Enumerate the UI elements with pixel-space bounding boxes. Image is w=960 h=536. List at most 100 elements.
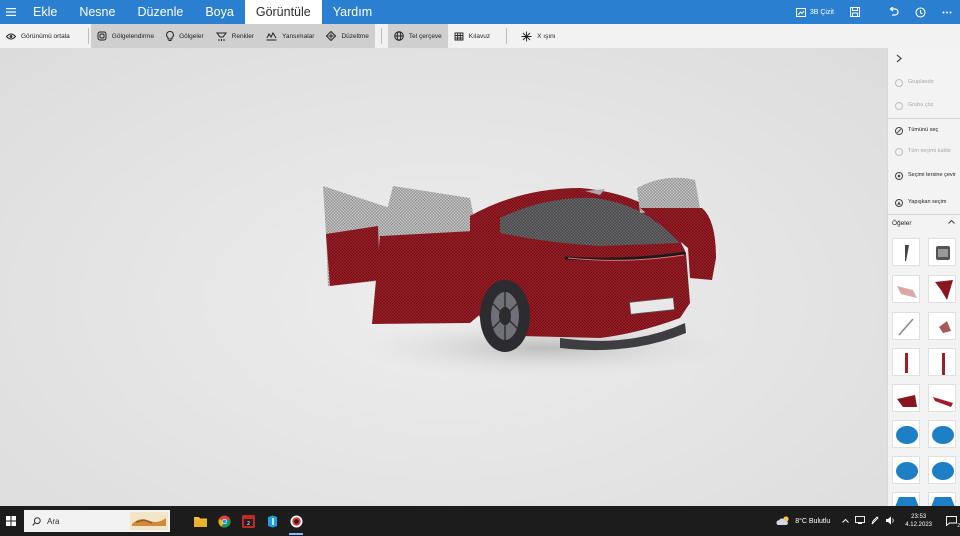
canvas-viewport[interactable] <box>0 48 887 506</box>
item-thumbnail[interactable] <box>892 275 920 303</box>
select-all-icon <box>895 127 903 135</box>
item-thumbnail[interactable] <box>892 238 920 266</box>
door-left-far <box>326 226 380 286</box>
shadows-label: Gölgeler <box>179 32 204 40</box>
windows-start-icon[interactable] <box>0 506 22 536</box>
xray-label: X ışını <box>537 32 556 40</box>
menu-paint[interactable]: Boya <box>194 0 245 24</box>
sticky-selection-action[interactable]: Yapışkan seçim <box>895 199 957 207</box>
door-left-near-window <box>380 186 478 238</box>
search-icon <box>32 516 41 526</box>
windows-taskbar: Ara 2 8°C Bulutlu 23:53 4.12.2023 2 <box>0 506 960 536</box>
menu-object[interactable]: Nesne <box>68 0 126 24</box>
group-action[interactable]: Gruplandır <box>895 79 957 87</box>
paint3d-window: Ekle Nesne Düzenle Boya Görüntüle Yardım… <box>0 0 960 506</box>
colors-icon <box>215 32 227 41</box>
save-icon <box>850 7 860 17</box>
system-clock[interactable]: 23:53 4.12.2023 <box>901 513 936 529</box>
ungroup-icon <box>895 102 903 110</box>
item-thumbnail[interactable] <box>928 348 956 376</box>
item-thumbnail[interactable] <box>892 312 920 340</box>
reflections-icon <box>266 31 277 40</box>
invert-selection-action[interactable]: Seçimi tersine çevir <box>895 172 957 180</box>
deselect-all-action[interactable]: Tüm seçimi kaldır <box>895 148 957 156</box>
weather-widget[interactable]: 8°C Bulutlu <box>776 516 830 526</box>
grid-icon <box>454 32 464 40</box>
sticky-selection-icon <box>895 199 903 207</box>
lighting-group: Gölgelendirme Gölgeler Renkler Yansımala… <box>90 24 375 48</box>
shading-button[interactable]: Gölgelendirme <box>90 24 161 48</box>
item-thumbnail[interactable] <box>928 275 956 303</box>
collapse-panel-chevron-icon[interactable] <box>896 54 902 66</box>
colors-label: Renkler <box>231 32 255 40</box>
view-3d-label: 3B Çizit <box>809 8 834 16</box>
notifications-icon[interactable]: 2 <box>942 516 960 529</box>
group-icon <box>895 79 903 87</box>
hamburger-menu-icon[interactable] <box>0 0 22 24</box>
show-hidden-icons-chevron-icon[interactable] <box>842 518 850 525</box>
reflections-button[interactable]: Yansımalar <box>260 24 321 48</box>
paint3d-taskbar-icon[interactable] <box>284 506 308 536</box>
search-highlight-image-icon <box>130 512 168 530</box>
taskbar-search-box[interactable]: Ara <box>24 510 170 532</box>
item-thumbnail[interactable] <box>892 492 920 506</box>
item-thumbnail[interactable] <box>928 492 956 506</box>
center-view-button[interactable]: Görünümü ortala <box>0 24 76 48</box>
menu-edit[interactable]: Düzenle <box>126 0 194 24</box>
deselect-all-label: Tüm seçimi kaldır <box>908 148 952 154</box>
ungroup-action[interactable]: Grubu çöz <box>895 102 957 110</box>
view-3d-button[interactable]: 3B Çizit <box>788 0 842 24</box>
sticky-selection-label: Yapışkan seçim <box>908 199 947 205</box>
wireframe-group: Tel çerçeve <box>387 24 448 48</box>
item-thumbnail[interactable] <box>892 384 920 412</box>
chrome-icon[interactable] <box>212 506 236 536</box>
menu-view[interactable]: Görüntüle <box>244 0 322 24</box>
weather-text: 8°C Bulutlu <box>795 517 831 525</box>
calendar-app-icon[interactable]: 2 <box>236 506 260 536</box>
more-options-button[interactable] <box>934 0 960 24</box>
items-collapse-chevron-icon[interactable] <box>948 219 955 226</box>
undo-button[interactable] <box>880 0 907 24</box>
select-all-label: Tümünü seç <box>908 127 939 133</box>
colors-button[interactable]: Renkler <box>209 24 261 48</box>
item-thumbnail[interactable] <box>892 420 920 448</box>
item-thumbnail[interactable] <box>928 456 956 484</box>
panel-divider <box>888 214 960 215</box>
item-thumbnail[interactable] <box>928 312 956 340</box>
xray-button[interactable]: X ışını <box>515 24 561 48</box>
save-button[interactable] <box>842 0 868 24</box>
menu-right-group: 3B Çizit <box>788 0 960 24</box>
pen-icon[interactable] <box>871 515 879 527</box>
toolbar-divider <box>87 28 89 44</box>
shadows-button[interactable]: Gölgeler <box>160 24 210 48</box>
dev-app-icon[interactable] <box>260 506 284 536</box>
volume-icon[interactable] <box>885 516 895 527</box>
item-thumbnail[interactable] <box>928 384 956 412</box>
item-thumbnail[interactable] <box>928 238 956 266</box>
menu-bar: Ekle Nesne Düzenle Boya Görüntüle Yardım… <box>0 0 960 24</box>
group-label: Gruplandır <box>908 79 934 85</box>
file-explorer-icon[interactable] <box>188 506 212 536</box>
menu-help[interactable]: Yardım <box>322 0 383 24</box>
view-3d-icon <box>795 7 806 17</box>
toolbar-divider <box>506 28 508 44</box>
smoothing-button[interactable]: Düzeltme <box>320 24 375 48</box>
item-thumbnail[interactable] <box>928 420 956 448</box>
item-thumbnail[interactable] <box>892 348 920 376</box>
clock-date: 4.12.2023 <box>905 522 932 528</box>
history-icon <box>915 6 926 18</box>
system-tray: 8°C Bulutlu 23:53 4.12.2023 2 <box>776 506 960 536</box>
invert-selection-icon <box>895 172 903 180</box>
car-3d-model[interactable] <box>0 48 887 506</box>
network-icon[interactable] <box>855 516 866 526</box>
wireframe-button[interactable]: Tel çerçeve <box>387 24 448 48</box>
globe-icon <box>394 31 404 41</box>
lightbulb-icon <box>166 31 174 41</box>
panel-divider <box>888 118 960 119</box>
menu-insert[interactable]: Ekle <box>22 0 68 24</box>
guide-button[interactable]: Kılavuz <box>448 24 496 48</box>
select-all-action[interactable]: Tümünü seç <box>895 127 957 135</box>
item-thumbnail[interactable] <box>892 456 920 484</box>
history-button[interactable] <box>907 0 934 24</box>
shading-label: Gölgelendirme <box>111 32 155 40</box>
